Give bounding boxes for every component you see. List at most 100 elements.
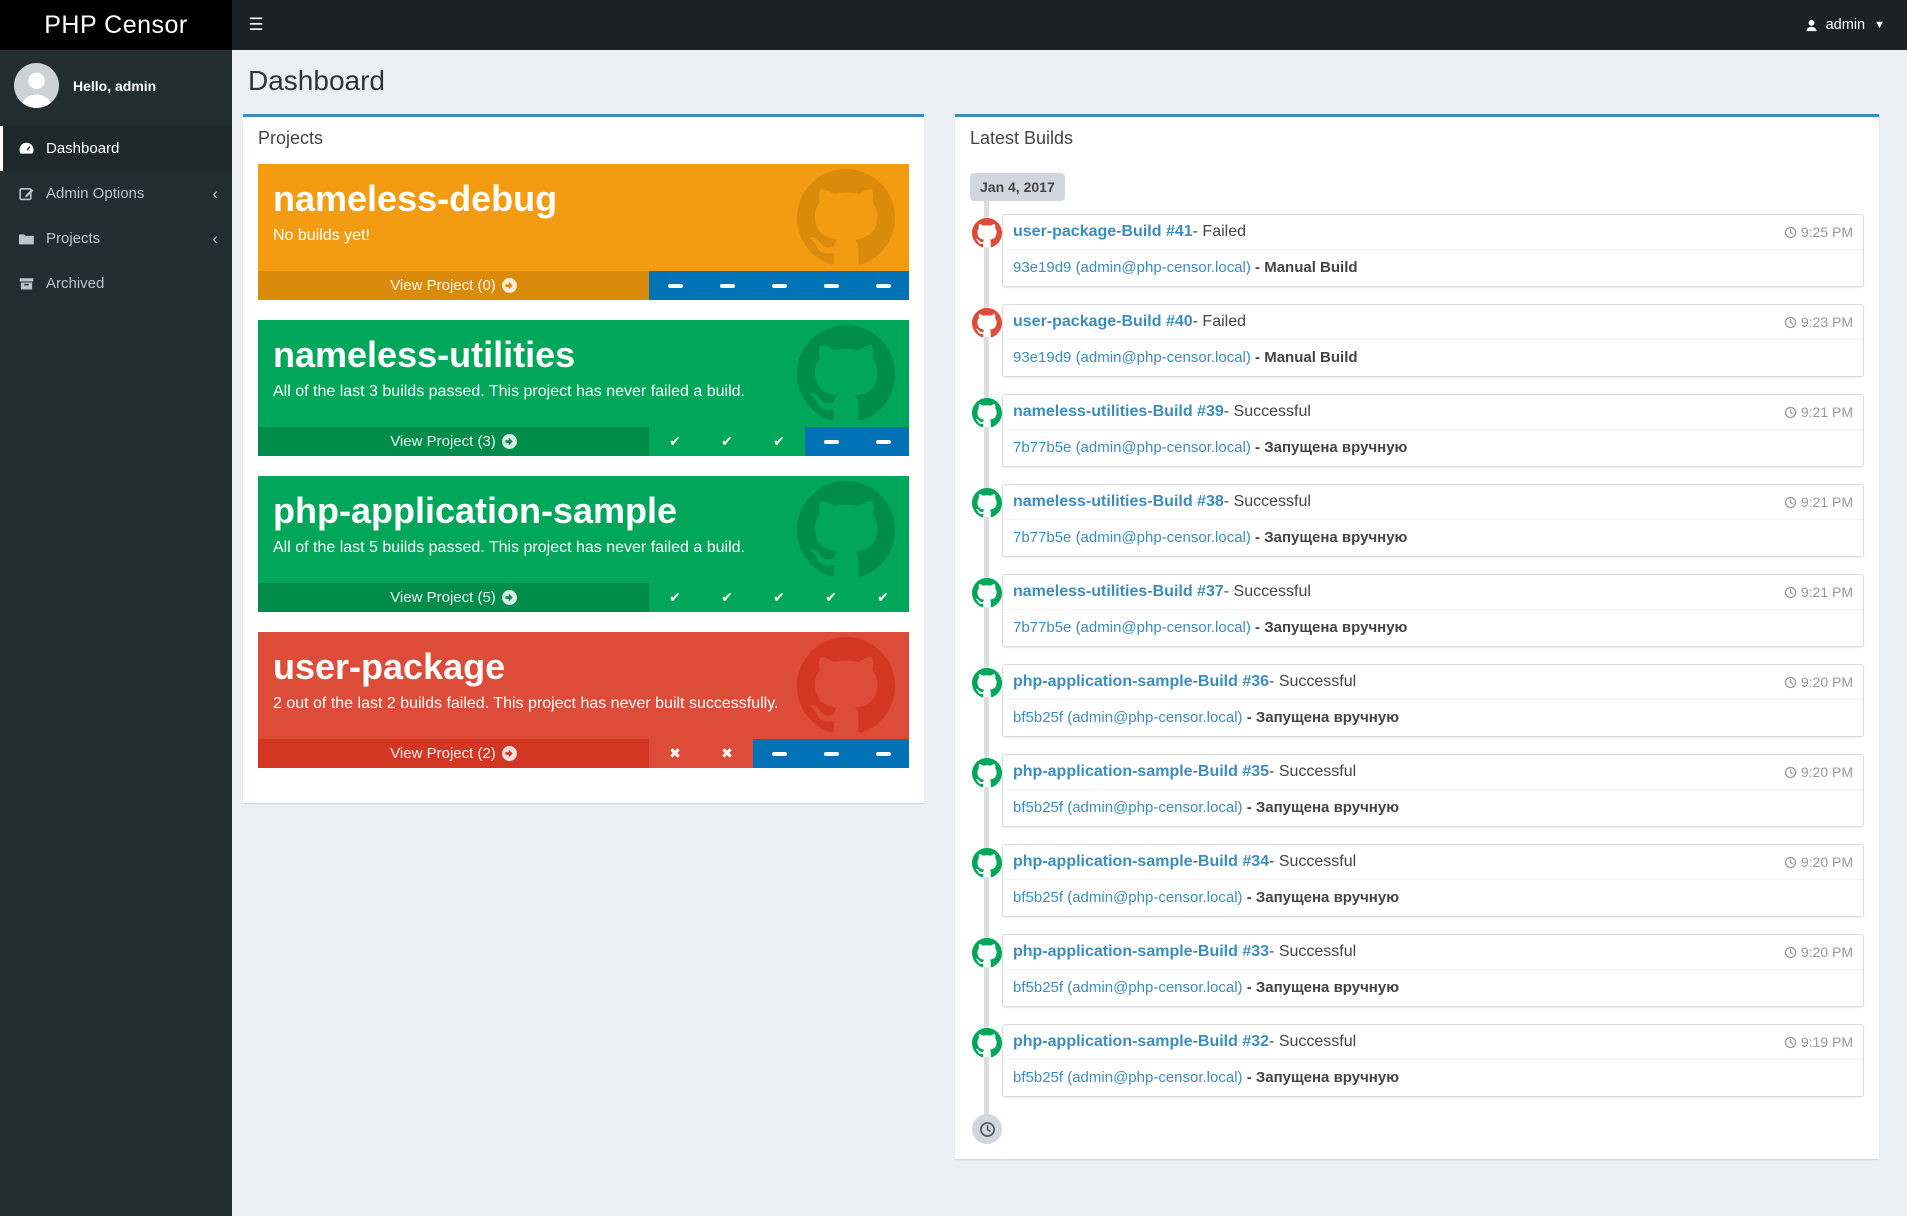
github-icon [797,325,895,421]
build-number-link[interactable]: Build #41 [1122,223,1193,241]
build-project-link[interactable]: nameless-utilities [1013,583,1147,601]
build-commit-link[interactable]: 7b77b5e (admin@php-censor.local) [1013,619,1251,636]
project-card-footer: View Project (0) [258,271,909,300]
build-number-link[interactable]: Build #39 [1153,403,1224,421]
github-icon [972,488,1002,518]
build-time: 9:23 PM [1784,314,1853,330]
github-icon [972,1028,1002,1058]
build-status-pending[interactable] [857,739,909,768]
user-menu[interactable]: admin ▼ [1782,0,1907,50]
build-status-text: - Successful [1223,403,1311,420]
build-commit-link[interactable]: bf5b25f (admin@php-censor.local) [1013,979,1243,996]
build-timeline-item: nameless-utilities - Build #38 - Success… [972,484,1864,557]
github-icon [797,637,895,733]
tachometer-icon [19,142,34,154]
github-icon [797,481,895,577]
build-project-link[interactable]: user-package [1013,313,1116,331]
build-status-pending[interactable] [649,271,701,300]
github-icon [972,308,1002,338]
build-commit-link[interactable]: 7b77b5e (admin@php-censor.local) [1013,439,1251,456]
build-status-pending[interactable] [701,271,753,300]
sidebar-menu: Dashboard Admin Options ‹ Projects ‹ Arc… [0,126,232,306]
build-timeline-item: php-application-sample - Build #32 - Suc… [972,1024,1864,1097]
build-status-pending[interactable] [805,271,857,300]
view-project-label: View Project (5) [390,589,496,606]
build-commit-link[interactable]: 93e19d9 (admin@php-censor.local) [1013,349,1251,366]
clock-icon [979,1121,995,1137]
build-commit-link[interactable]: bf5b25f (admin@php-censor.local) [1013,799,1243,816]
user-icon [1806,19,1817,31]
build-status-ok[interactable]: ✔ [857,583,909,612]
build-number-link[interactable]: Build #38 [1153,493,1224,511]
build-project-link[interactable]: nameless-utilities [1013,493,1147,511]
build-status-fail[interactable]: ✖ [649,739,701,768]
build-status-ok[interactable]: ✔ [805,583,857,612]
build-project-link[interactable]: php-application-sample [1013,763,1193,781]
view-project-link[interactable]: View Project (5) [258,583,649,612]
view-project-label: View Project (0) [390,277,496,294]
build-status-text: - Successful [1269,1033,1357,1050]
sidebar-item-label: Dashboard [46,140,120,157]
build-status-ok[interactable]: ✔ [649,583,701,612]
sidebar-item-projects[interactable]: Projects ‹ [0,216,232,261]
build-status-pending[interactable] [753,271,805,300]
build-project-link[interactable]: nameless-utilities [1013,403,1147,421]
build-number-link[interactable]: Build #40 [1122,313,1193,331]
clock-icon [1784,676,1797,688]
build-status-ok[interactable]: ✔ [701,583,753,612]
build-project-link[interactable]: php-application-sample [1013,943,1193,961]
build-timeline-item: php-application-sample - Build #36 - Suc… [972,664,1864,737]
sidebar-item-admin-options[interactable]: Admin Options ‹ [0,171,232,216]
build-project-link[interactable]: php-application-sample [1013,853,1193,871]
build-time: 9:19 PM [1784,1034,1853,1050]
view-project-link[interactable]: View Project (0) [258,271,649,300]
build-commit-link[interactable]: bf5b25f (admin@php-censor.local) [1013,1069,1243,1086]
build-status-pending[interactable] [805,739,857,768]
sidebar-item-archived[interactable]: Archived [0,261,232,306]
build-status-ok[interactable]: ✔ [753,427,805,456]
build-status-pending[interactable] [857,271,909,300]
build-commit-link[interactable]: 93e19d9 (admin@php-censor.local) [1013,259,1251,276]
build-status-pending[interactable] [753,739,805,768]
build-number-link[interactable]: Build #37 [1153,583,1224,601]
build-time: 9:20 PM [1784,674,1853,690]
brand-title: PHP Censor [44,10,188,39]
build-status-ok[interactable]: ✔ [649,427,701,456]
build-note: - Запущена вручную [1250,439,1408,456]
brand-logo[interactable]: PHP Censor [0,0,232,50]
hamburger-icon: ☰ [248,15,264,34]
build-commit-link[interactable]: bf5b25f (admin@php-censor.local) [1013,709,1243,726]
sidebar-toggle-button[interactable]: ☰ [232,0,280,50]
build-commit-link[interactable]: bf5b25f (admin@php-censor.local) [1013,889,1243,906]
view-project-link[interactable]: View Project (3) [258,427,649,456]
clock-icon [1784,766,1797,778]
build-number-link[interactable]: Build #34 [1198,853,1269,871]
build-number-link[interactable]: Build #36 [1198,673,1269,691]
build-number-link[interactable]: Build #32 [1198,1033,1269,1051]
build-project-link[interactable]: php-application-sample [1013,673,1193,691]
clock-icon [1784,316,1797,328]
sidebar-item-dashboard[interactable]: Dashboard [0,126,232,171]
build-time: 9:20 PM [1784,854,1853,870]
view-project-link[interactable]: View Project (2) [258,739,649,768]
build-status-fail[interactable]: ✖ [701,739,753,768]
view-project-label: View Project (3) [390,433,496,450]
build-commit-link[interactable]: 7b77b5e (admin@php-censor.local) [1013,529,1251,546]
build-status-ok[interactable]: ✔ [701,427,753,456]
build-status-pending[interactable] [805,427,857,456]
sidebar-item-label: Admin Options [46,185,145,202]
build-note: - Запущена вручную [1250,529,1408,546]
build-status-pending[interactable] [857,427,909,456]
clock-icon [1784,496,1797,508]
projects-panel: Projects nameless-debug No builds yet! V… [243,114,924,803]
page-title: Dashboard [248,65,385,96]
sidebar-item-label: Projects [46,230,101,247]
build-note: - Запущена вручную [1242,799,1400,816]
build-note: - Запущена вручную [1242,1069,1400,1086]
build-number-link[interactable]: Build #33 [1198,943,1269,961]
build-number-link[interactable]: Build #35 [1198,763,1269,781]
build-status-ok[interactable]: ✔ [753,583,805,612]
build-project-link[interactable]: user-package [1013,223,1116,241]
build-timeline-item: user-package - Build #40 - Failed 9:23 P… [972,304,1864,377]
build-project-link[interactable]: php-application-sample [1013,1033,1193,1051]
